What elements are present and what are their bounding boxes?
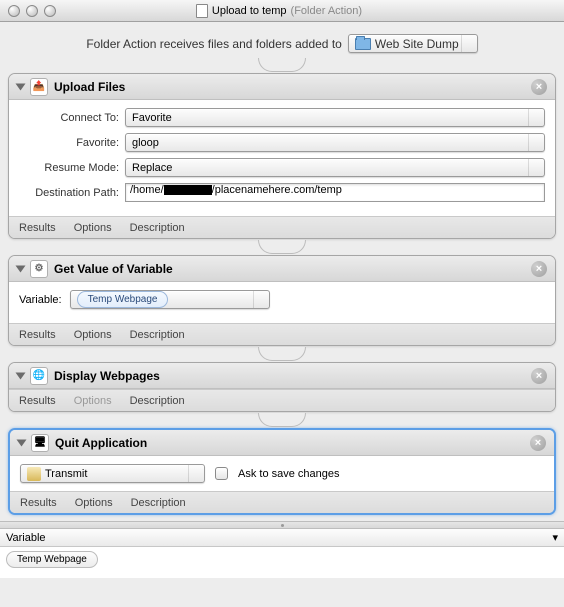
variable-panel: Variable ▾ Temp Webpage — [0, 529, 564, 578]
workflow-input-label: Folder Action receives files and folders… — [86, 37, 341, 51]
options-tab[interactable]: Options — [74, 222, 112, 234]
remove-action-button[interactable]: × — [531, 368, 547, 384]
workflow-input-folder-popup[interactable]: Web Site Dump — [348, 34, 478, 53]
description-tab[interactable]: Description — [130, 222, 185, 234]
description-tab[interactable]: Description — [130, 329, 185, 341]
resume-mode-label: Resume Mode: — [19, 162, 119, 174]
document-icon — [196, 4, 208, 18]
window-subtitle: (Folder Action) — [291, 5, 363, 17]
disclosure-triangle-icon[interactable] — [17, 439, 27, 446]
variable-column-header[interactable]: Variable ▾ — [0, 529, 564, 547]
ask-to-save-checkbox[interactable] — [215, 467, 228, 480]
disclosure-triangle-icon[interactable] — [16, 265, 26, 272]
results-tab[interactable]: Results — [19, 329, 56, 341]
flow-connector — [258, 240, 306, 254]
upload-icon: 📤 — [30, 78, 48, 96]
variable-pill: Temp Webpage — [77, 291, 169, 308]
variable-item[interactable]: Temp Webpage — [6, 551, 98, 568]
favorite-popup[interactable]: gloop — [125, 133, 545, 152]
flow-connector — [258, 58, 306, 72]
destination-path-label: Destination Path: — [19, 187, 119, 199]
window-titlebar: Upload to temp (Folder Action) — [0, 0, 564, 22]
options-tab[interactable]: Options — [75, 497, 113, 509]
variable-label: Variable: — [19, 294, 62, 306]
description-tab[interactable]: Description — [131, 497, 186, 509]
results-tab[interactable]: Results — [19, 395, 56, 407]
action-get-value-of-variable: ⚙ Get Value of Variable × Variable: Temp… — [8, 255, 556, 346]
remove-action-button[interactable]: × — [530, 435, 546, 451]
app-icon — [27, 467, 41, 481]
action-title: Upload Files — [54, 80, 125, 94]
application-popup[interactable]: Transmit — [20, 464, 205, 483]
globe-icon: 🌐 — [30, 367, 48, 385]
close-window-button[interactable] — [8, 5, 20, 17]
action-title: Display Webpages — [54, 369, 160, 383]
action-header[interactable]: ⚙ Get Value of Variable × — [9, 256, 555, 282]
redacted-text — [164, 185, 212, 195]
remove-action-button[interactable]: × — [531, 79, 547, 95]
disclosure-triangle-icon[interactable] — [16, 83, 26, 90]
action-header[interactable]: 🌐 Display Webpages × — [9, 363, 555, 389]
flow-connector — [258, 413, 306, 427]
flow-connector — [258, 347, 306, 361]
finder-icon: 🖥 — [31, 434, 49, 452]
action-quit-application: 🖥 Quit Application × Transmit Ask to sav… — [8, 428, 556, 515]
workflow-input-row: Folder Action receives files and folders… — [0, 22, 564, 59]
action-title: Get Value of Variable — [54, 262, 173, 276]
destination-path-field[interactable]: /home//placenamehere.com/temp — [125, 183, 545, 202]
action-title: Quit Application — [55, 436, 147, 450]
connect-to-popup[interactable]: Favorite — [125, 108, 545, 127]
remove-action-button[interactable]: × — [531, 261, 547, 277]
workflow-input-folder-value: Web Site Dump — [375, 37, 459, 51]
description-tab[interactable]: Description — [130, 395, 185, 407]
variable-popup[interactable]: Temp Webpage — [70, 290, 270, 309]
resume-mode-popup[interactable]: Replace — [125, 158, 545, 177]
results-tab[interactable]: Results — [19, 222, 56, 234]
zoom-window-button[interactable] — [44, 5, 56, 17]
results-tab[interactable]: Results — [20, 497, 57, 509]
connect-to-label: Connect To: — [19, 112, 119, 124]
options-tab[interactable]: Options — [74, 329, 112, 341]
action-header[interactable]: 📤 Upload Files × — [9, 74, 555, 100]
sort-indicator-icon: ▾ — [552, 531, 558, 544]
pane-splitter[interactable] — [0, 521, 564, 529]
minimize-window-button[interactable] — [26, 5, 38, 17]
disclosure-triangle-icon[interactable] — [16, 372, 26, 379]
favorite-label: Favorite: — [19, 137, 119, 149]
window-title: Upload to temp — [212, 5, 287, 17]
traffic-lights — [8, 5, 56, 17]
action-display-webpages: 🌐 Display Webpages × Results Options Des… — [8, 362, 556, 412]
action-upload-files: 📤 Upload Files × Connect To: Favorite Fa… — [8, 73, 556, 239]
options-tab[interactable]: Options — [74, 395, 112, 407]
action-header[interactable]: 🖥 Quit Application × — [10, 430, 554, 456]
ask-to-save-label: Ask to save changes — [238, 468, 340, 480]
folder-icon — [355, 38, 371, 50]
gear-icon: ⚙ — [30, 260, 48, 278]
